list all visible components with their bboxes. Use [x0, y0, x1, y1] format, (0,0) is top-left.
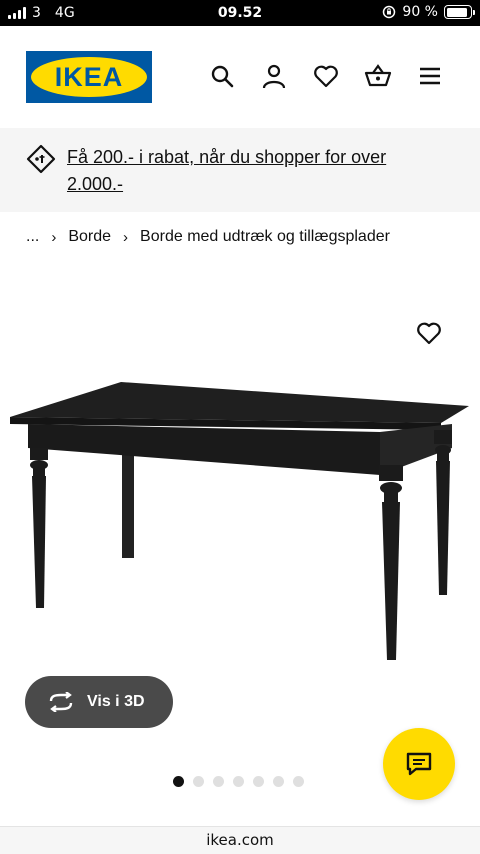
- table-leg: [379, 465, 403, 660]
- promo-link[interactable]: Få 200.- i rabat, når du shopper for ove…: [67, 144, 447, 198]
- chevron-right-icon: ›: [51, 228, 57, 246]
- header-actions: [208, 62, 444, 90]
- ikea-logo[interactable]: IKEA: [26, 51, 152, 103]
- carousel-dot[interactable]: [253, 776, 264, 787]
- rotate-icon: [49, 692, 73, 712]
- carousel-dot[interactable]: [273, 776, 284, 787]
- table-top: [10, 382, 469, 423]
- product-image[interactable]: [0, 300, 480, 680]
- status-bar: 3 4G 09.52 90 %: [0, 0, 480, 26]
- cart-icon[interactable]: [364, 62, 392, 90]
- carousel-dot[interactable]: [233, 776, 244, 787]
- menu-icon[interactable]: [416, 62, 444, 90]
- chat-icon: [406, 752, 432, 776]
- status-right: 90 %: [382, 4, 475, 20]
- table-leg: [30, 448, 48, 608]
- chevron-right-icon: ›: [123, 228, 129, 246]
- view-3d-label: Vis i 3D: [87, 693, 145, 710]
- battery-icon: [444, 5, 475, 19]
- carousel-dot[interactable]: [213, 776, 224, 787]
- url-bar[interactable]: ikea.com: [0, 826, 480, 854]
- breadcrumb: ... › Borde › Borde med udtræk og tillæg…: [26, 228, 390, 246]
- orientation-lock-icon: [383, 5, 396, 19]
- breadcrumb-item-current[interactable]: Borde med udtræk og tillægsplader: [140, 228, 390, 246]
- carousel-dots: [173, 776, 304, 787]
- favourites-icon[interactable]: [312, 62, 340, 90]
- view-3d-button[interactable]: Vis i 3D: [25, 676, 173, 728]
- breadcrumb-ellipsis[interactable]: ...: [26, 228, 39, 246]
- carousel-dot[interactable]: [293, 776, 304, 787]
- breadcrumb-item-borde[interactable]: Borde: [68, 228, 111, 246]
- promo-banner: Få 200.- i rabat, når du shopper for ove…: [0, 128, 480, 212]
- chat-button[interactable]: [383, 728, 455, 800]
- logo-text: IKEA: [54, 61, 124, 92]
- battery-percent: 90 %: [402, 4, 438, 20]
- table-leg: [434, 430, 452, 595]
- carousel-dot[interactable]: [173, 776, 184, 787]
- table-leg: [122, 440, 134, 558]
- carousel-dot[interactable]: [193, 776, 204, 787]
- search-icon[interactable]: [208, 62, 236, 90]
- site-header: IKEA: [0, 26, 480, 128]
- discount-tag-icon: [26, 144, 56, 174]
- profile-icon[interactable]: [260, 62, 288, 90]
